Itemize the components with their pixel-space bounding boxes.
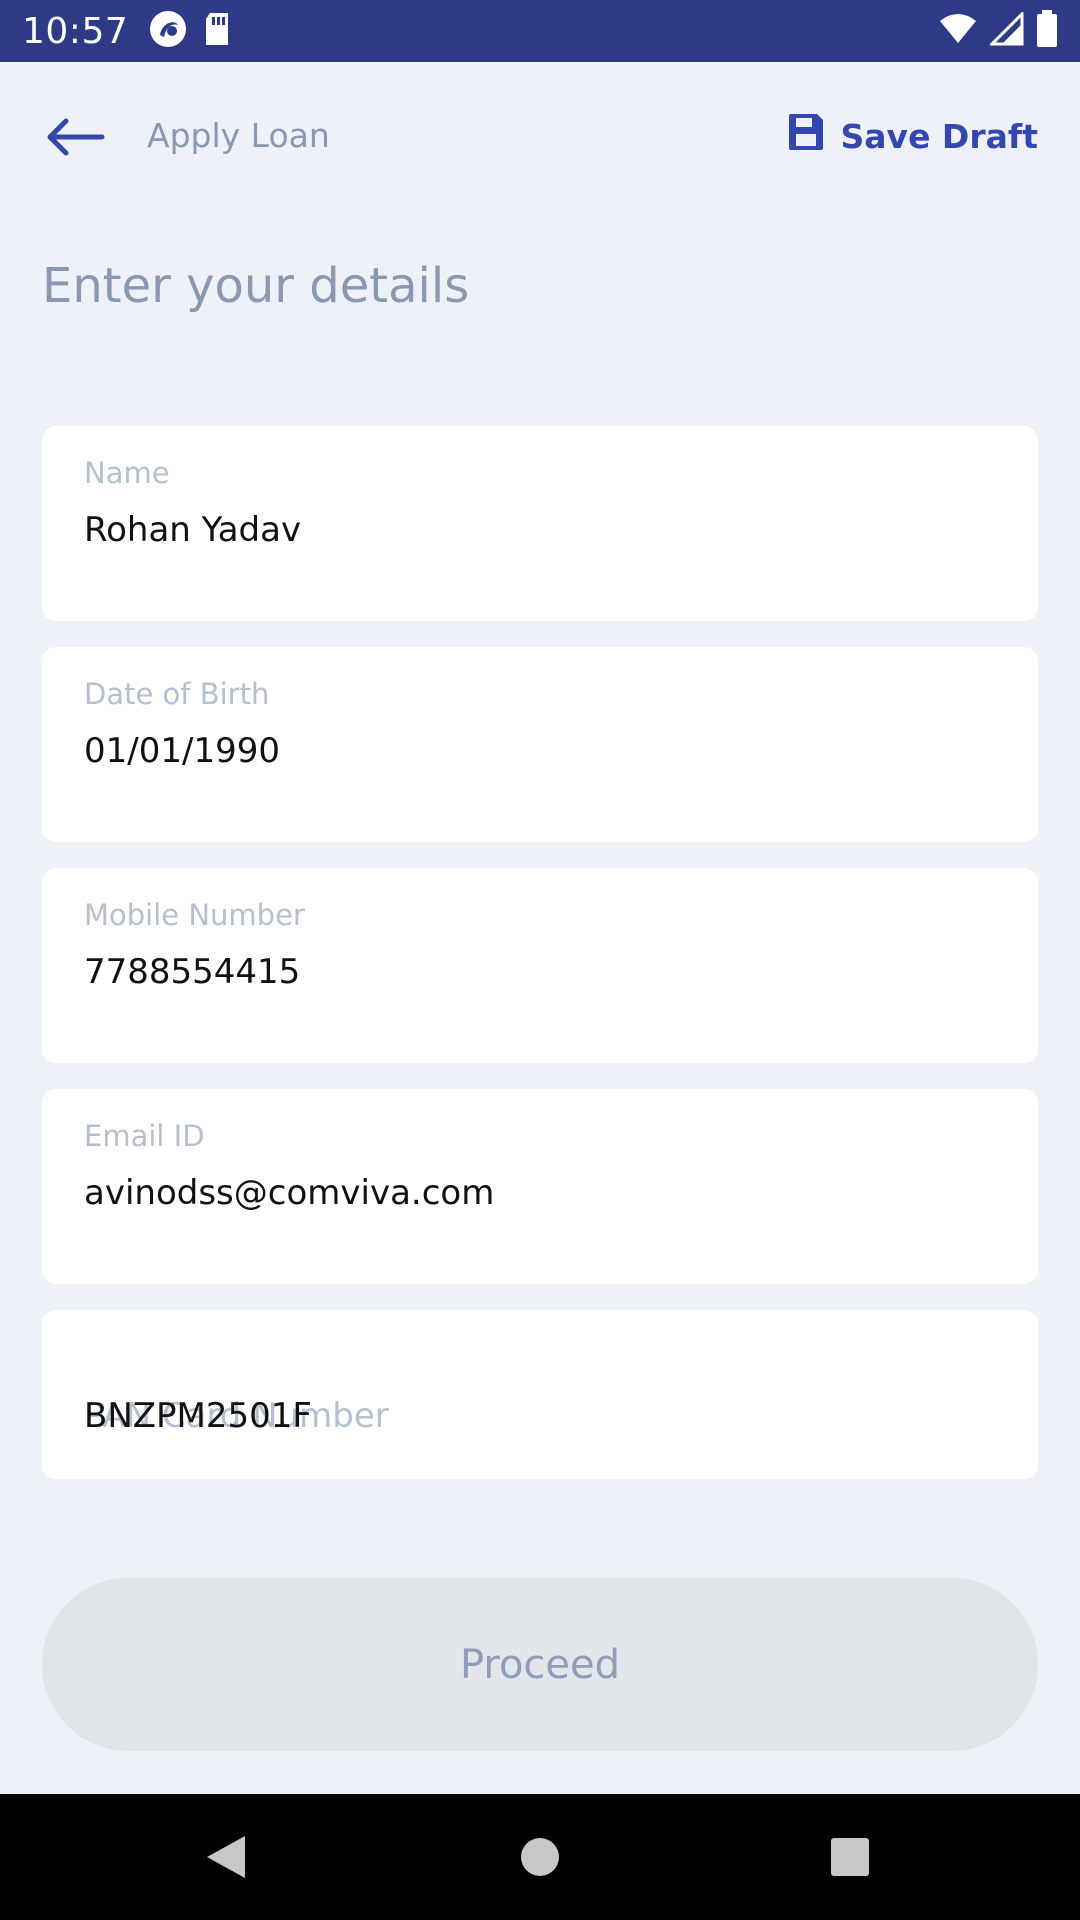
nav-recents-icon (831, 1838, 869, 1876)
sd-card-icon (202, 11, 232, 51)
page-title: Apply Loan (147, 116, 330, 155)
status-bar: 10:57 (0, 0, 1080, 62)
signal-icon (988, 10, 1024, 50)
app-notification-icon (148, 9, 188, 53)
nav-back-button[interactable] (205, 1834, 247, 1884)
section-heading: Enter your details (42, 258, 470, 314)
date-of-birth-field[interactable]: Date of Birth 01/01/1990 (42, 647, 1038, 842)
date-of-birth-value: 01/01/1990 (84, 731, 280, 771)
mobile-number-field[interactable]: Mobile Number 7788554415 (42, 868, 1038, 1063)
nav-home-icon (521, 1838, 559, 1876)
email-id-label: Email ID (84, 1119, 205, 1153)
name-label: Name (84, 456, 170, 490)
email-id-value: avinodss@comviva.com (84, 1173, 495, 1213)
system-nav-bar (0, 1794, 1080, 1920)
email-id-field[interactable]: Email ID avinodss@comviva.com (42, 1089, 1038, 1284)
battery-icon (1036, 10, 1058, 52)
save-draft-button[interactable]: Save Draft (787, 112, 1038, 160)
name-value: Rohan Yadav (84, 510, 302, 550)
name-field[interactable]: Name Rohan Yadav (42, 426, 1038, 621)
nav-recents-button[interactable] (830, 1837, 870, 1881)
status-time: 10:57 (22, 10, 129, 52)
pan-card-number-value: BNZPM2501F (84, 1396, 312, 1436)
mobile-number-label: Mobile Number (84, 898, 305, 932)
floppy-disk-icon (787, 112, 825, 160)
pan-card-number-field[interactable]: PAN Card Number BNZPM2501F (42, 1310, 1038, 1479)
app-bar: Apply Loan Save Draft (0, 62, 1080, 212)
back-button[interactable] (40, 112, 110, 162)
nav-back-icon (207, 1836, 245, 1878)
date-of-birth-label: Date of Birth (84, 677, 270, 711)
proceed-button[interactable]: Proceed (42, 1578, 1038, 1751)
mobile-number-value: 7788554415 (84, 952, 301, 992)
save-draft-label: Save Draft (840, 116, 1038, 156)
nav-home-button[interactable] (520, 1837, 560, 1881)
wifi-icon (938, 13, 978, 49)
arrow-left-icon (47, 118, 105, 156)
